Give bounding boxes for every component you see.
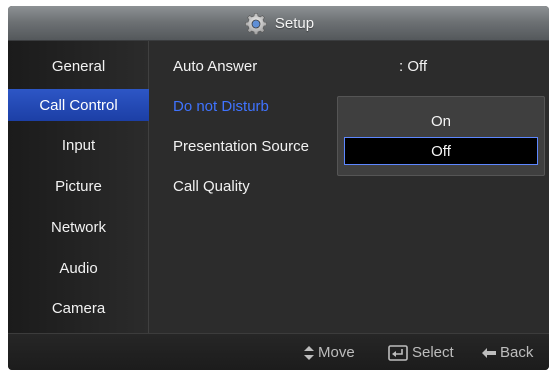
move-hint: Move (304, 334, 355, 370)
sidebar-item-label: Camera (51, 299, 106, 317)
setting-auto-answer-value: : Off (399, 58, 428, 75)
option-label: Off (431, 142, 451, 160)
sidebar: General Call Control Input Picture Netwo… (8, 41, 149, 333)
setup-window: Setup General Call Control Input Picture… (8, 6, 549, 370)
sidebar-item-label: Network (50, 218, 106, 236)
sidebar-item-label: General (51, 57, 106, 75)
option-label: On (430, 112, 451, 130)
setting-call-quality[interactable]: Call Quality (173, 176, 250, 198)
gear-icon (243, 11, 269, 37)
settings-panel: Auto Answer : Off Do not Disturb Present… (149, 41, 549, 333)
dropdown-option-on[interactable]: On (344, 107, 538, 135)
sidebar-item-label: Audio (59, 259, 98, 277)
footer-hints: Move Select Back (8, 333, 549, 370)
sidebar-item-picture[interactable]: Picture (8, 170, 149, 202)
page-title: Setup (274, 14, 315, 32)
sidebar-item-label: Input (61, 136, 96, 154)
sidebar-item-call-control[interactable]: Call Control (8, 89, 149, 121)
select-hint-label: Select (412, 344, 454, 361)
move-hint-label: Move (318, 344, 355, 361)
enter-icon (388, 344, 408, 361)
header-bar: Setup (8, 6, 549, 41)
sidebar-item-input[interactable]: Input (8, 129, 149, 161)
back-arrow-icon (482, 347, 496, 358)
sidebar-item-label: Picture (55, 177, 102, 195)
select-hint: Select (388, 334, 454, 370)
setting-presentation-source[interactable]: Presentation Source (173, 136, 309, 158)
back-hint-label: Back (500, 344, 534, 361)
setting-do-not-disturb[interactable]: Do not Disturb (173, 96, 269, 118)
dropdown-option-off[interactable]: Off (344, 137, 538, 165)
sidebar-item-label: Call Control (39, 96, 118, 114)
up-down-arrows-icon (304, 345, 314, 360)
setting-auto-answer[interactable]: Auto Answer (173, 56, 257, 78)
sidebar-item-network[interactable]: Network (8, 211, 149, 243)
sidebar-item-general[interactable]: General (8, 50, 149, 82)
back-hint: Back (482, 334, 533, 370)
do-not-disturb-dropdown: On Off (337, 96, 545, 176)
sidebar-item-camera[interactable]: Camera (8, 292, 149, 324)
sidebar-item-audio[interactable]: Audio (8, 252, 149, 284)
